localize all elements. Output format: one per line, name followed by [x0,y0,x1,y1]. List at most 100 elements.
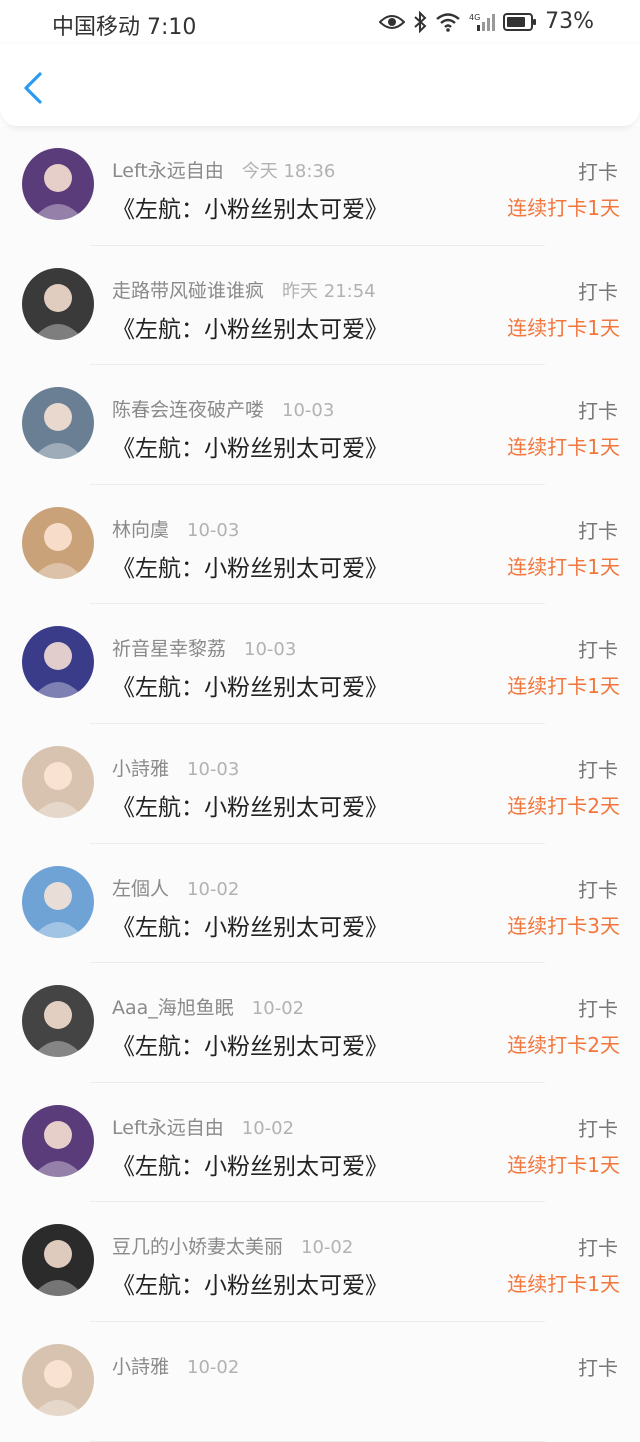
user-name[interactable]: 陈春会连夜破产喽 10-03 [112,395,334,422]
user-name[interactable]: 豆几的小娇妻太美丽 10-02 [112,1232,353,1259]
streak-label: 连续打卡2天 [507,793,620,818]
bluetooth-icon [414,10,427,33]
user-name[interactable]: 小詩雅 10-03 [112,754,239,781]
divider [90,1440,545,1442]
post-time: 10-02 [241,1117,295,1139]
post-time: 10-02 [187,1356,240,1378]
battery-icon [503,12,537,31]
list-item[interactable]: Aaa_海旭鱼眠 10-02 《左航：小粉丝别太可爱》 打卡连续打卡2天 [0,963,640,1083]
avatar[interactable] [22,1224,94,1297]
novel-title: 《左航：小粉丝别太可爱》 [112,1034,388,1061]
novel-title: 《左航：小粉丝别太可爱》 [112,1273,388,1300]
post-time: 10-03 [244,639,297,661]
back-button[interactable] [20,70,48,106]
streak-label: 连续打卡1天 [507,674,620,699]
avatar[interactable] [22,1343,94,1416]
novel-title: 《左航：小粉丝别太可爱》 [112,794,388,821]
user-name-text: 走路带风碰谁谁疯 [112,279,265,302]
post-time: 昨天 21:54 [282,280,376,302]
status-icons: 4G 73% [379,9,594,34]
user-name-text: Left永远自由 [112,1116,224,1139]
checkin-label: 打卡 [578,1236,618,1261]
user-name-text: 小詩雅 [112,1355,170,1378]
list-item[interactable]: Left永远自由 今天 18:36 《左航：小粉丝别太可爱》 打卡连续打卡1天 [0,126,640,246]
novel-title: 《左航：小粉丝别太可爱》 [112,675,388,702]
user-name-text: Aaa_海旭鱼眠 [112,997,234,1020]
checkin-label: 打卡 [578,757,618,782]
streak-label: 连续打卡1天 [507,315,620,340]
list-item[interactable]: 走路带风碰谁谁疯 昨天 21:54 《左航：小粉丝别太可爱》 打卡连续打卡1天 [0,245,640,366]
checkin-label: 打卡 [578,997,618,1022]
user-name[interactable]: 祈音星幸黎荔 10-03 [112,634,296,661]
avatar[interactable] [22,506,94,579]
list-item[interactable]: 豆几的小娇妻太美丽 10-02 《左航：小粉丝别太可爱》 打卡连续打卡1天 [0,1202,640,1322]
wifi-icon [436,12,460,32]
avatar[interactable] [22,865,94,938]
post-time: 今天 18:36 [241,161,336,182]
post-time: 10-03 [187,758,240,780]
list-item[interactable]: 陈春会连夜破产喽 10-03 《左航：小粉丝别太可爱》 打卡连续打卡1天 [0,365,640,485]
novel-title: 《左航：小粉丝别太可爱》 [112,316,388,343]
list-item[interactable]: 祈音星幸黎荔 10-03 《左航：小粉丝别太可爱》 打卡连续打卡1天 [0,604,640,724]
streak-label: 连续打卡1天 [507,196,620,220]
avatar[interactable] [22,387,94,460]
user-name-text: 林向虞 [112,518,170,541]
user-name[interactable]: Left永远自由 10-02 [112,1113,294,1140]
user-name[interactable]: Aaa_海旭鱼眠 10-02 [112,993,304,1020]
avatar[interactable] [22,985,94,1058]
streak-label: 连续打卡1天 [507,1272,620,1297]
checkin-label: 打卡 [578,638,618,663]
list-item[interactable]: 林向虞 10-03 《左航：小粉丝别太可爱》 打卡连续打卡1天 [0,484,640,605]
checkin-label: 打卡 [578,1355,618,1380]
user-name-text: 陈春会连夜破产喽 [112,399,265,422]
novel-title: 《左航：小粉丝别太可爱》 [112,1153,388,1180]
list-item[interactable]: 小詩雅 10-02 打卡 [0,1321,640,1442]
streak-label: 连续打卡3天 [507,913,620,938]
novel-title: 《左航：小粉丝别太可爱》 [112,436,388,463]
eye-icon [379,14,406,29]
post-time: 10-03 [187,519,240,541]
streak-label: 连续打卡1天 [507,435,620,460]
chevron-left-icon [24,72,42,104]
list-item[interactable]: 小詩雅 10-03 《左航：小粉丝别太可爱》 打卡连续打卡2天 [0,723,640,844]
user-name-text: 小詩雅 [112,757,170,780]
signal-icon: 4G [469,13,496,31]
svg-text:4G: 4G [469,13,480,22]
carrier-time: 中国移动 7:10 [52,15,197,40]
list-item[interactable]: 左個人 10-02 《左航：小粉丝别太可爱》 打卡连续打卡3天 [0,843,640,964]
avatar[interactable] [22,745,94,818]
user-name-text: 左個人 [112,877,170,900]
post-time: 10-02 [187,878,240,900]
checkin-label: 打卡 [578,877,618,902]
checkin-label: 打卡 [578,160,618,184]
status-bar: 中国移动 7:10 4G 73% [0,0,640,44]
user-name[interactable]: 走路带风碰谁谁疯 昨天 21:54 [112,276,376,303]
streak-label: 连续打卡1天 [507,554,620,579]
checkin-label: 打卡 [578,399,618,424]
post-time: 10-02 [301,1237,354,1259]
user-name[interactable]: 左個人 10-02 [112,874,239,901]
checkin-label: 打卡 [578,1116,618,1141]
streak-label: 连续打卡2天 [507,1033,620,1058]
novel-title: 《左航：小粉丝别太可爱》 [112,555,388,582]
novel-title: 《左航：小粉丝别太可爱》 [112,197,388,223]
checkin-label: 打卡 [578,518,618,543]
checkin-label: 打卡 [578,279,618,304]
user-name-text: 祈音星幸黎荔 [112,638,227,661]
battery-level: 73% [545,9,594,34]
avatar[interactable] [22,267,94,340]
user-name[interactable]: 小詩雅 10-02 [112,1352,239,1379]
post-time: 10-03 [282,400,335,422]
avatar[interactable] [22,148,94,220]
user-name-text: Left永远自由 [112,160,224,182]
nav-bar [0,44,640,126]
avatar[interactable] [22,1104,94,1177]
user-name-text: 豆几的小娇妻太美丽 [112,1236,284,1259]
novel-title: 《左航：小粉丝别太可爱》 [112,914,388,941]
user-name[interactable]: 林向虞 10-03 [112,515,239,542]
streak-label: 连续打卡1天 [507,1152,620,1177]
avatar[interactable] [22,626,94,699]
user-name[interactable]: Left永远自由 今天 18:36 [112,156,335,183]
list-item[interactable]: Left永远自由 10-02 《左航：小粉丝别太可爱》 打卡连续打卡1天 [0,1082,640,1203]
post-time: 10-02 [251,998,305,1020]
